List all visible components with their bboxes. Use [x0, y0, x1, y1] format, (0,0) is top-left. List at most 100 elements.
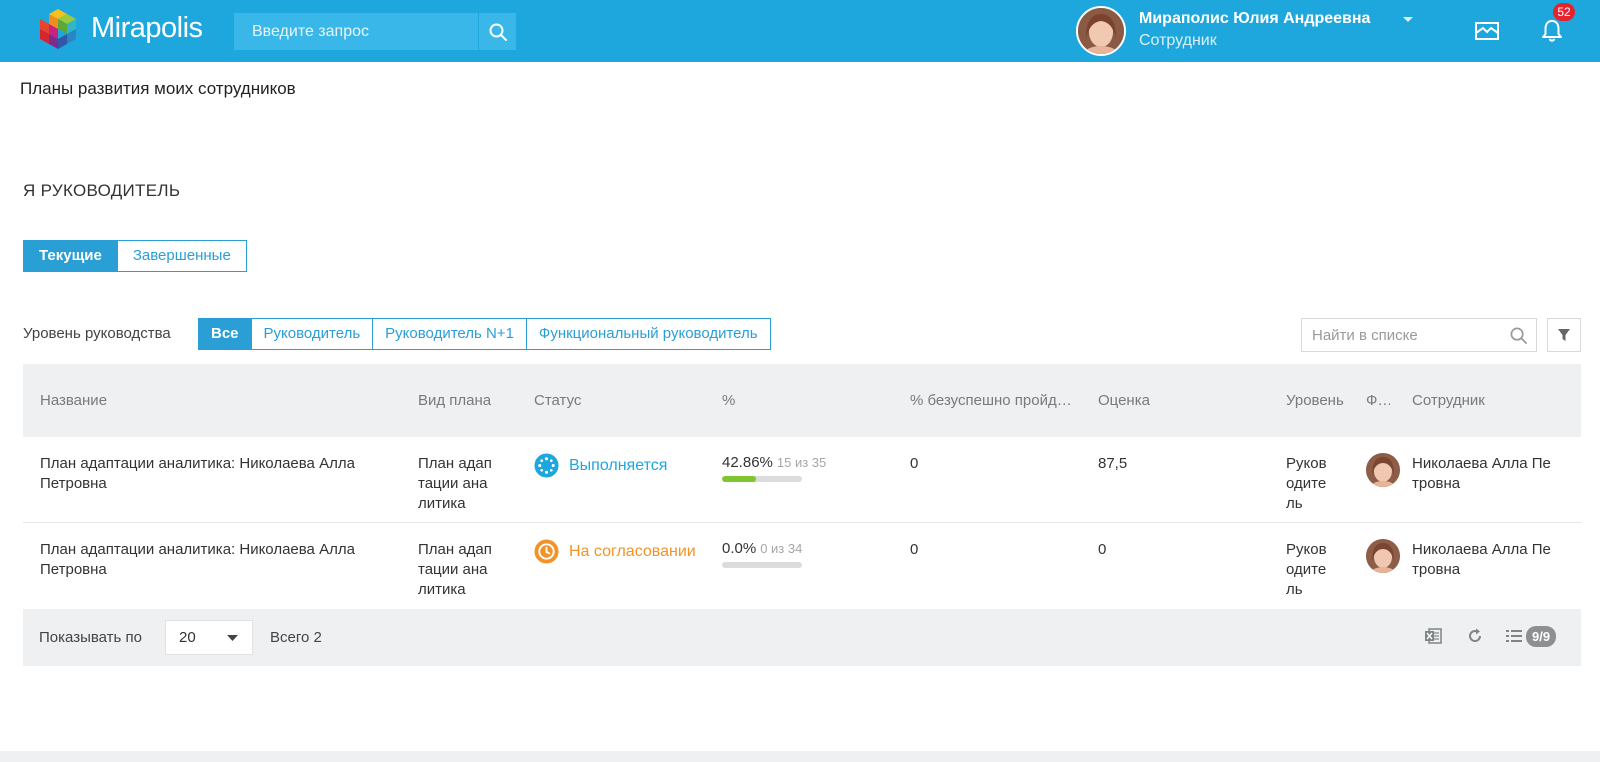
column-header-percent[interactable]: % — [722, 392, 872, 409]
employee-name[interactable]: Николаева Алла Пе тровна — [1412, 454, 1551, 494]
level-option-manager-n1[interactable]: Руководитель N+1 — [372, 319, 526, 349]
status-text: Выполняется — [569, 456, 668, 474]
column-header-failed-percent[interactable]: % безуспешно пройденных — [910, 392, 1072, 409]
level-option-functional-manager[interactable]: Функциональный руководитель — [525, 319, 770, 349]
list-search-input[interactable] — [1302, 319, 1502, 351]
table-row[interactable]: План адаптации аналитика: Николаева Алла… — [23, 523, 1581, 609]
chevron-down-icon — [227, 635, 238, 641]
progress-bar — [722, 562, 802, 568]
progress-count: 0 из 34 — [760, 541, 803, 556]
column-header-photo[interactable]: Фото — [1366, 392, 1390, 409]
column-header-name[interactable]: Название — [40, 392, 380, 409]
brand-name: Mirapolis — [91, 12, 203, 44]
top-bar: Mirapolis Мираполис Юлия Андреевна Сотру… — [0, 0, 1600, 62]
level: Руков одите ль — [1286, 454, 1327, 514]
percent-value: 42.86% — [722, 454, 773, 471]
plan-type-line: литика — [418, 581, 466, 598]
bell-icon[interactable] — [1541, 19, 1563, 43]
employee-name[interactable]: Николаева Алла Пе тровна — [1412, 540, 1551, 580]
column-header-level[interactable]: Уровень — [1286, 392, 1348, 409]
level-line: одите — [1286, 561, 1327, 578]
plan-name-line: План адаптации аналитика: Николаева Алла — [40, 541, 355, 558]
bottom-strip — [0, 751, 1600, 762]
plan-type-line: тации ана — [418, 475, 488, 492]
global-search — [234, 13, 516, 50]
column-header-status[interactable]: Статус — [534, 392, 684, 409]
tab-current[interactable]: Текущие — [24, 241, 117, 271]
clock-icon — [534, 539, 559, 564]
progress-percent: 42.86% 15 из 35 — [722, 454, 826, 471]
table-header: Название Вид плана Статус % % безуспешно… — [23, 364, 1581, 437]
status-badge: Выполняется — [534, 453, 667, 478]
list-search — [1301, 318, 1537, 352]
column-header-employee[interactable]: Сотрудник — [1412, 392, 1562, 409]
user-role: Сотрудник — [1139, 32, 1217, 49]
management-level-label: Уровень руководства — [23, 325, 171, 342]
management-level-filter: Все Руководитель Руководитель N+1 Функци… — [198, 318, 771, 350]
plan-type-line: тации ана — [418, 561, 488, 578]
progress-count: 15 из 35 — [776, 455, 827, 470]
plan-type-line: План адап — [418, 455, 492, 472]
employee-avatar[interactable] — [1366, 539, 1400, 573]
filter-button[interactable] — [1547, 318, 1581, 352]
plan-name[interactable]: План адаптации аналитика: Николаева Алла… — [40, 454, 390, 494]
employee-name-line: тровна — [1412, 475, 1461, 492]
plan-name-line: План адаптации аналитика: Николаева Алла — [40, 455, 355, 472]
plan-name-line: Петровна — [40, 561, 107, 578]
excel-export-icon[interactable] — [1424, 627, 1442, 645]
table-footer: Показывать по 20 Всего 2 9/9 — [23, 609, 1581, 666]
messages-icon[interactable] — [1475, 21, 1499, 41]
level-option-manager[interactable]: Руководитель — [250, 319, 373, 349]
chevron-down-icon[interactable] — [1402, 16, 1414, 24]
percent-value: 0.0% — [722, 540, 757, 557]
employee-name-line: Николаева Алла Пе — [1412, 455, 1551, 472]
failed-percent: 0 — [910, 455, 919, 472]
progress-fill — [722, 476, 757, 482]
failed-percent: 0 — [910, 541, 919, 558]
section-title: Я РУКОВОДИТЕЛЬ — [23, 181, 181, 200]
plan-name-line: Петровна — [40, 475, 107, 492]
page-size-label: Показывать по — [39, 629, 142, 646]
in-progress-icon — [534, 453, 559, 478]
plan-type: План адап тации ана литика — [418, 454, 492, 514]
refresh-icon[interactable] — [1466, 627, 1484, 645]
page-size-select[interactable]: 20 — [165, 620, 253, 655]
plan-type-line: литика — [418, 495, 466, 512]
level-line: Руков — [1286, 455, 1327, 472]
user-name[interactable]: Мираполис Юлия Андреевна — [1139, 10, 1370, 28]
visible-columns-badge[interactable]: 9/9 — [1526, 626, 1557, 647]
level-option-all[interactable]: Все — [199, 319, 251, 349]
filter-icon — [1558, 329, 1570, 341]
column-header-plan-type[interactable]: Вид плана — [418, 392, 518, 409]
plans-table: Название Вид плана Статус % % безуспешно… — [23, 364, 1581, 666]
page-size-value: 20 — [179, 629, 196, 646]
plan-type: План адап тации ана литика — [418, 540, 492, 600]
employee-name-line: Николаева Алла Пе — [1412, 541, 1551, 558]
columns-settings-icon[interactable] — [1505, 627, 1523, 645]
plan-type-line: План адап — [418, 541, 492, 558]
user-avatar[interactable] — [1076, 6, 1126, 56]
total-count: Всего 2 — [270, 629, 322, 646]
level-line: ль — [1286, 581, 1303, 598]
status-badge: На согласовании — [534, 539, 696, 564]
mirapolis-logo[interactable] — [36, 7, 80, 55]
status-text: На согласовании — [569, 542, 696, 560]
search-icon[interactable] — [1509, 326, 1528, 345]
plan-name[interactable]: План адаптации аналитика: Николаева Алла… — [40, 540, 390, 580]
level-line: ль — [1286, 495, 1303, 512]
employee-avatar[interactable] — [1366, 453, 1400, 487]
employee-name-line: тровна — [1412, 561, 1461, 578]
global-search-input[interactable] — [234, 13, 478, 50]
global-search-button[interactable] — [478, 13, 516, 50]
table-row[interactable]: План адаптации аналитика: Николаева Алла… — [23, 437, 1581, 523]
score: 0 — [1098, 541, 1107, 558]
page-title: Планы развития моих сотрудников — [20, 79, 296, 98]
level-line: Руков — [1286, 541, 1327, 558]
search-icon — [489, 23, 507, 41]
tab-completed[interactable]: Завершенные — [116, 241, 246, 271]
column-header-score[interactable]: Оценка — [1098, 392, 1248, 409]
progress-bar — [722, 476, 802, 482]
level-line: одите — [1286, 475, 1327, 492]
notifications-badge: 52 — [1553, 3, 1575, 21]
progress-percent: 0.0% 0 из 34 — [722, 540, 802, 557]
